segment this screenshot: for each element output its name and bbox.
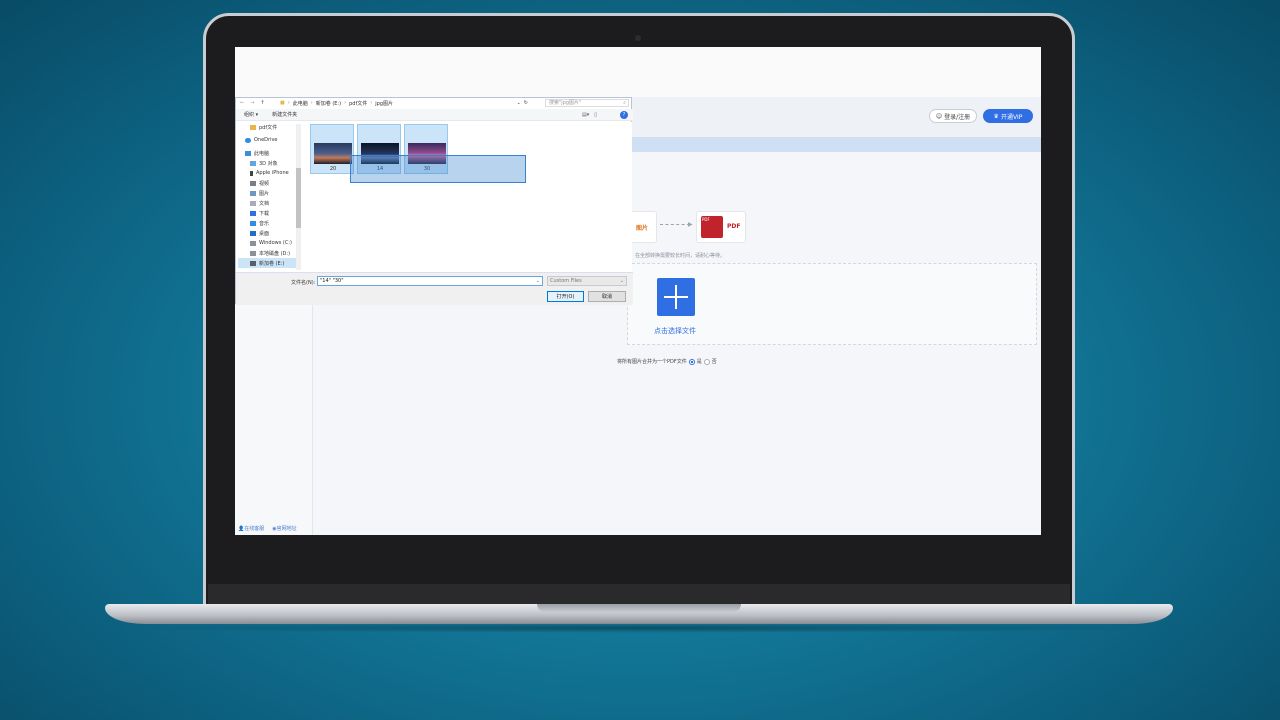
breadcrumb-item[interactable]: 新加卷 (E:) xyxy=(316,100,341,107)
organize-menu[interactable]: 组织 ▾ xyxy=(244,111,258,118)
folder-icon: ■ xyxy=(280,100,285,106)
tree-scroll-thumb[interactable] xyxy=(296,168,301,228)
screen: ☺ 登录/注册 ♛ 开通VIP 👤在线客服 ◉官网地址 图片 ▶ PDF PDF… xyxy=(235,47,1041,535)
drive-icon xyxy=(250,260,256,266)
screen-top-blank xyxy=(235,47,1041,97)
nav-footer: 👤在线客服 ◉官网地址 xyxy=(238,525,297,532)
folder-icon xyxy=(250,124,256,130)
view-options: ▤▾ ▯ xyxy=(582,112,597,118)
crown-icon: ♛ xyxy=(993,112,999,120)
document-icon xyxy=(250,200,256,206)
back-icon[interactable]: ← xyxy=(240,100,244,106)
search-input[interactable]: 搜索"jpg图片" ⌕ xyxy=(545,99,629,107)
up-icon[interactable]: ↑ xyxy=(260,100,264,106)
select-file-link[interactable]: 点击选择文件 xyxy=(654,326,696,336)
drive-icon xyxy=(250,250,256,256)
image-thumbnail xyxy=(314,143,352,164)
cube-icon xyxy=(250,160,256,166)
tree-scrollbar[interactable] xyxy=(296,124,301,270)
breadcrumb[interactable]: ■ › 此电脑 › 新加卷 (E:) › pdf文件 › jpg图片 ⌄ ↻ xyxy=(280,99,528,107)
file-list: 20 14 30 xyxy=(302,122,632,272)
tree-item[interactable]: 本地磁盘 (D:) xyxy=(238,248,296,258)
tree-item[interactable]: 3D 对象 xyxy=(238,158,296,168)
target-format-box: PDF PDF xyxy=(696,211,746,243)
tree-item[interactable]: 图片 xyxy=(238,188,296,198)
dialog-toolbar: 组织 ▾ 新建文件夹 xyxy=(236,109,633,121)
merge-yes-label: 是 xyxy=(696,359,702,365)
breadcrumb-item[interactable]: pdf文件 xyxy=(349,100,367,107)
selection-rectangle xyxy=(350,155,526,183)
laptop-shadow xyxy=(120,623,1160,633)
file-name: 20 xyxy=(329,166,337,172)
convert-arrow xyxy=(660,224,690,225)
merge-no-radio[interactable] xyxy=(703,358,710,365)
merge-no-label: 否 xyxy=(711,359,717,365)
open-file-dialog: ← → ↑ ■ › 此电脑 › 新加卷 (E:) › pdf文件 › jpg图片… xyxy=(235,97,633,305)
chevron-down-icon: ⌄ xyxy=(535,278,540,284)
tree-item[interactable]: OneDrive xyxy=(238,135,296,145)
desktop-icon xyxy=(250,230,256,236)
user-icon: ☺ xyxy=(935,112,943,120)
filetype-select[interactable]: Custom Files ⌄ xyxy=(547,276,627,286)
view-mode-icon[interactable]: ▤▾ xyxy=(582,112,589,118)
music-icon xyxy=(250,220,256,226)
filename-label: 文件名(N): xyxy=(291,280,316,286)
arrow-head-icon: ▶ xyxy=(688,221,693,228)
phone-icon xyxy=(250,170,253,176)
tree-item[interactable]: 新加卷 (E:) xyxy=(238,258,296,268)
laptop-chin xyxy=(208,584,1070,606)
website-link[interactable]: ◉官网地址 xyxy=(272,525,296,532)
help-icon[interactable]: ? xyxy=(620,111,628,119)
camera xyxy=(635,35,641,41)
tree-item[interactable]: 桌面 xyxy=(238,228,296,238)
new-folder-button[interactable]: 新建文件夹 xyxy=(272,111,297,118)
preview-pane-icon[interactable]: ▯ xyxy=(594,112,597,118)
nav-arrows: ← → ↑ xyxy=(236,100,280,106)
add-file-button[interactable] xyxy=(657,278,695,316)
vip-button[interactable]: ♛ 开通VIP xyxy=(983,109,1033,123)
open-button[interactable]: 打开(O) xyxy=(547,291,584,302)
breadcrumb-item[interactable]: 此电脑 xyxy=(293,100,308,107)
computer-icon xyxy=(245,150,251,156)
navigation-tree: pdf文件 OneDrive 此电脑 3D 对象 Apple iPhone 视频… xyxy=(238,122,296,272)
breadcrumb-item[interactable]: jpg图片 xyxy=(375,100,393,107)
cancel-button[interactable]: 取消 xyxy=(588,291,626,302)
address-bar: ← → ↑ ■ › 此电脑 › 新加卷 (E:) › pdf文件 › jpg图片… xyxy=(236,98,633,108)
tree-item[interactable]: 视频 xyxy=(238,178,296,188)
tree-item[interactable]: 音乐 xyxy=(238,218,296,228)
tree-item[interactable]: Windows (C:) xyxy=(238,238,296,248)
pdf-icon: PDF xyxy=(701,216,723,238)
drive-icon xyxy=(250,240,256,246)
laptop-notch xyxy=(537,604,741,612)
merge-label: 将所有图片合并为一个PDF文件 xyxy=(617,359,687,365)
service-link[interactable]: 👤在线客服 xyxy=(238,525,264,532)
cloud-icon xyxy=(245,137,251,143)
forward-icon[interactable]: → xyxy=(250,100,254,106)
target-format-label: PDF xyxy=(727,223,741,230)
merge-yes-radio[interactable] xyxy=(688,358,695,365)
dialog-footer: 文件名(N): "14" "30" ⌄ Custom Files ⌄ 打开(O)… xyxy=(236,272,633,305)
tree-item[interactable]: Apple iPhone xyxy=(238,168,296,178)
filename-input[interactable]: "14" "30" ⌄ xyxy=(317,276,543,286)
tree-item[interactable]: 此电脑 xyxy=(238,148,296,158)
video-icon xyxy=(250,180,256,186)
login-button[interactable]: ☺ 登录/注册 xyxy=(929,109,977,123)
download-icon xyxy=(250,210,256,216)
search-icon: ⌕ xyxy=(623,100,626,106)
conversion-hint: 在全部转换需要较长时间，请耐心等待。 xyxy=(635,253,726,259)
login-label: 登录/注册 xyxy=(944,113,971,121)
picture-icon xyxy=(250,190,256,196)
file-item[interactable]: 20 xyxy=(310,124,354,174)
tree-item[interactable]: 文档 xyxy=(238,198,296,208)
refresh-icon[interactable]: ↻ xyxy=(524,100,528,106)
vip-label: 开通VIP xyxy=(1000,113,1023,121)
source-format-label: 图片 xyxy=(635,224,648,232)
chevron-down-icon: ⌄ xyxy=(619,278,624,284)
chevron-down-icon[interactable]: ⌄ xyxy=(517,100,521,106)
tree-item[interactable]: pdf文件 xyxy=(238,122,296,132)
tree-item[interactable]: 下载 xyxy=(238,208,296,218)
merge-option: 将所有图片合并为一个PDF文件 是 否 xyxy=(617,358,717,365)
